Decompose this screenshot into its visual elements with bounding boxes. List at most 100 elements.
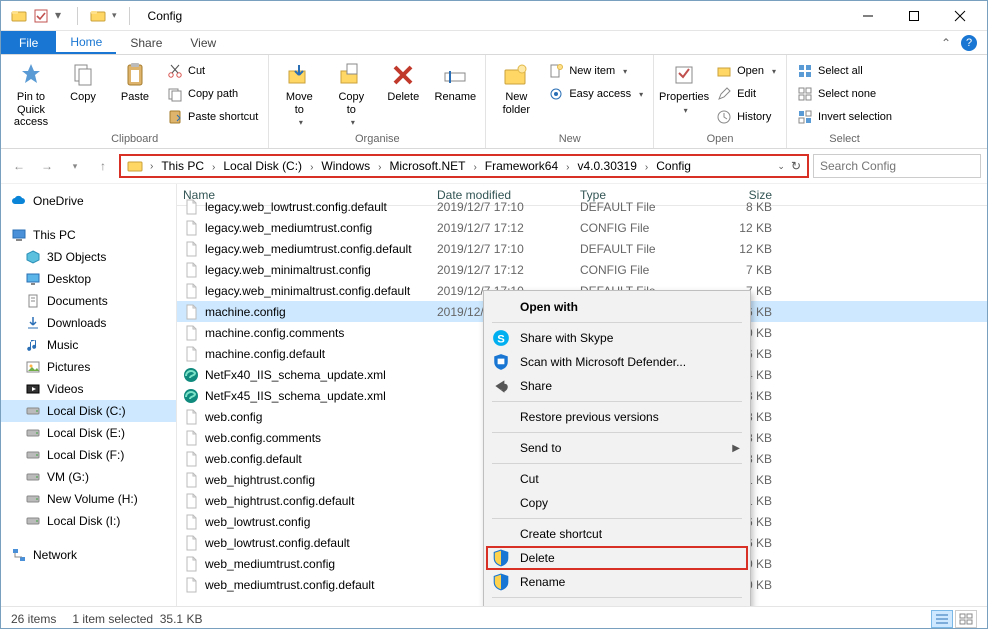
properties-icon: [670, 61, 698, 89]
new-folder-button[interactable]: New folder: [492, 59, 540, 116]
ctx-create-shortcut[interactable]: Create shortcut: [486, 522, 748, 546]
move-to-button[interactable]: Move to: [275, 59, 323, 127]
view-details-button[interactable]: [931, 610, 953, 628]
file-type: DEFAULT File: [580, 242, 700, 256]
close-button[interactable]: [937, 1, 983, 31]
nav-recent-button[interactable]: ▾: [63, 154, 87, 178]
collapse-ribbon-icon[interactable]: ⌃: [941, 36, 951, 50]
ctx-defender[interactable]: Scan with Microsoft Defender...: [486, 350, 748, 374]
tab-share[interactable]: Share: [116, 31, 176, 54]
nav-item-icon: [25, 359, 41, 375]
ctx-restore[interactable]: Restore previous versions: [486, 405, 748, 429]
breadcrumb-item[interactable]: Config: [651, 159, 696, 173]
properties-qat-icon[interactable]: [33, 8, 49, 24]
easy-access-button[interactable]: Easy access: [544, 84, 647, 104]
ctx-open-with[interactable]: Open with: [486, 295, 748, 319]
properties-button[interactable]: Properties: [660, 59, 708, 115]
folder-icon: [11, 8, 27, 24]
breadcrumb-item[interactable]: Local Disk (C:): [218, 159, 307, 173]
chevron-right-icon[interactable]: ›: [470, 162, 479, 173]
view-large-icons-button[interactable]: [955, 610, 977, 628]
breadcrumb-item[interactable]: v4.0.30319: [573, 159, 642, 173]
group-label-new: New: [492, 131, 647, 148]
nav-item[interactable]: VM (G:): [1, 466, 176, 488]
pin-to-quick-access-button[interactable]: Pin to Quick access: [7, 59, 55, 129]
nav-item[interactable]: Local Disk (F:): [1, 444, 176, 466]
ctx-properties[interactable]: Properties: [486, 601, 748, 606]
nav-item[interactable]: Videos: [1, 378, 176, 400]
chevron-right-icon[interactable]: ›: [307, 162, 316, 173]
new-item-button[interactable]: New item: [544, 61, 647, 81]
ctx-cut[interactable]: Cut: [486, 467, 748, 491]
file-row[interactable]: legacy.web_minimaltrust.config2019/12/7 …: [177, 259, 987, 280]
copy-button[interactable]: Copy: [59, 59, 107, 104]
nav-item[interactable]: 3D Objects: [1, 246, 176, 268]
delete-button[interactable]: Delete: [379, 59, 427, 104]
qat-chevron-icon[interactable]: ▾: [112, 10, 117, 21]
history-button[interactable]: History: [712, 107, 780, 127]
cut-button[interactable]: Cut: [163, 61, 262, 81]
nav-item[interactable]: Documents: [1, 290, 176, 312]
breadcrumb-item[interactable]: This PC: [156, 159, 209, 173]
select-none-button[interactable]: Select none: [793, 84, 896, 104]
file-name: machine.config: [205, 305, 286, 319]
file-row[interactable]: legacy.web_lowtrust.config.default2019/1…: [177, 196, 987, 217]
nav-item[interactable]: Downloads: [1, 312, 176, 334]
tab-view[interactable]: View: [176, 31, 230, 54]
nav-item[interactable]: Pictures: [1, 356, 176, 378]
file-row[interactable]: legacy.web_mediumtrust.config2019/12/7 1…: [177, 217, 987, 238]
copy-to-button[interactable]: Copy to: [327, 59, 375, 127]
nav-item[interactable]: Local Disk (E:): [1, 422, 176, 444]
chevron-right-icon[interactable]: ›: [642, 162, 651, 173]
nav-item[interactable]: New Volume (H:): [1, 488, 176, 510]
paste-shortcut-button[interactable]: Paste shortcut: [163, 107, 262, 127]
refresh-icon[interactable]: ↻: [791, 159, 801, 173]
rename-button[interactable]: Rename: [431, 59, 479, 104]
breadcrumb-bar[interactable]: › This PC›Local Disk (C:)›Windows›Micros…: [119, 154, 809, 178]
tab-file[interactable]: File: [1, 31, 56, 54]
file-icon: [183, 493, 199, 509]
ctx-delete[interactable]: Delete: [486, 546, 748, 570]
paste-button[interactable]: Paste: [111, 59, 159, 104]
ctx-share[interactable]: Share: [486, 374, 748, 398]
chevron-right-icon[interactable]: ›: [209, 162, 218, 173]
nav-network[interactable]: Network: [1, 544, 176, 566]
ctx-copy[interactable]: Copy: [486, 491, 748, 515]
nav-item[interactable]: Music: [1, 334, 176, 356]
file-name: machine.config.default: [205, 347, 325, 361]
copy-path-button[interactable]: Copy path: [163, 84, 262, 104]
nav-item[interactable]: Local Disk (I:): [1, 510, 176, 532]
window-title: Config: [148, 9, 183, 23]
nav-this-pc[interactable]: This PC: [1, 224, 176, 246]
breadcrumb-item[interactable]: Windows: [316, 159, 375, 173]
tab-home[interactable]: Home: [56, 31, 116, 54]
file-icon: [183, 556, 199, 572]
file-icon: [183, 199, 199, 215]
invert-selection-button[interactable]: Invert selection: [793, 107, 896, 127]
shield-icon: [492, 573, 510, 591]
ctx-skype[interactable]: SShare with Skype: [486, 326, 748, 350]
file-type: CONFIG File: [580, 221, 700, 235]
nav-back-button[interactable]: ←: [7, 154, 31, 178]
select-all-button[interactable]: Select all: [793, 61, 896, 81]
ctx-rename[interactable]: Rename: [486, 570, 748, 594]
minimize-button[interactable]: [845, 1, 891, 31]
chevron-right-icon[interactable]: ›: [563, 162, 572, 173]
file-row[interactable]: legacy.web_mediumtrust.config.default201…: [177, 238, 987, 259]
nav-onedrive[interactable]: OneDrive: [1, 190, 176, 212]
breadcrumb-item[interactable]: Framework64: [480, 159, 563, 173]
file-icon: [183, 346, 199, 362]
search-input[interactable]: [813, 154, 981, 178]
nav-item[interactable]: Local Disk (C:): [1, 400, 176, 422]
open-button[interactable]: Open: [712, 61, 780, 81]
nav-item-icon: [25, 381, 41, 397]
ctx-send-to[interactable]: Send to▶: [486, 436, 748, 460]
qat-dropdown-icon[interactable]: ▾: [55, 8, 65, 24]
help-icon[interactable]: ?: [961, 35, 977, 51]
edit-button[interactable]: Edit: [712, 84, 780, 104]
nav-forward-button[interactable]: →: [35, 154, 59, 178]
nav-up-button[interactable]: ↑: [91, 154, 115, 178]
breadcrumb-item[interactable]: Microsoft.NET: [384, 159, 470, 173]
nav-item[interactable]: Desktop: [1, 268, 176, 290]
maximize-button[interactable]: [891, 1, 937, 31]
